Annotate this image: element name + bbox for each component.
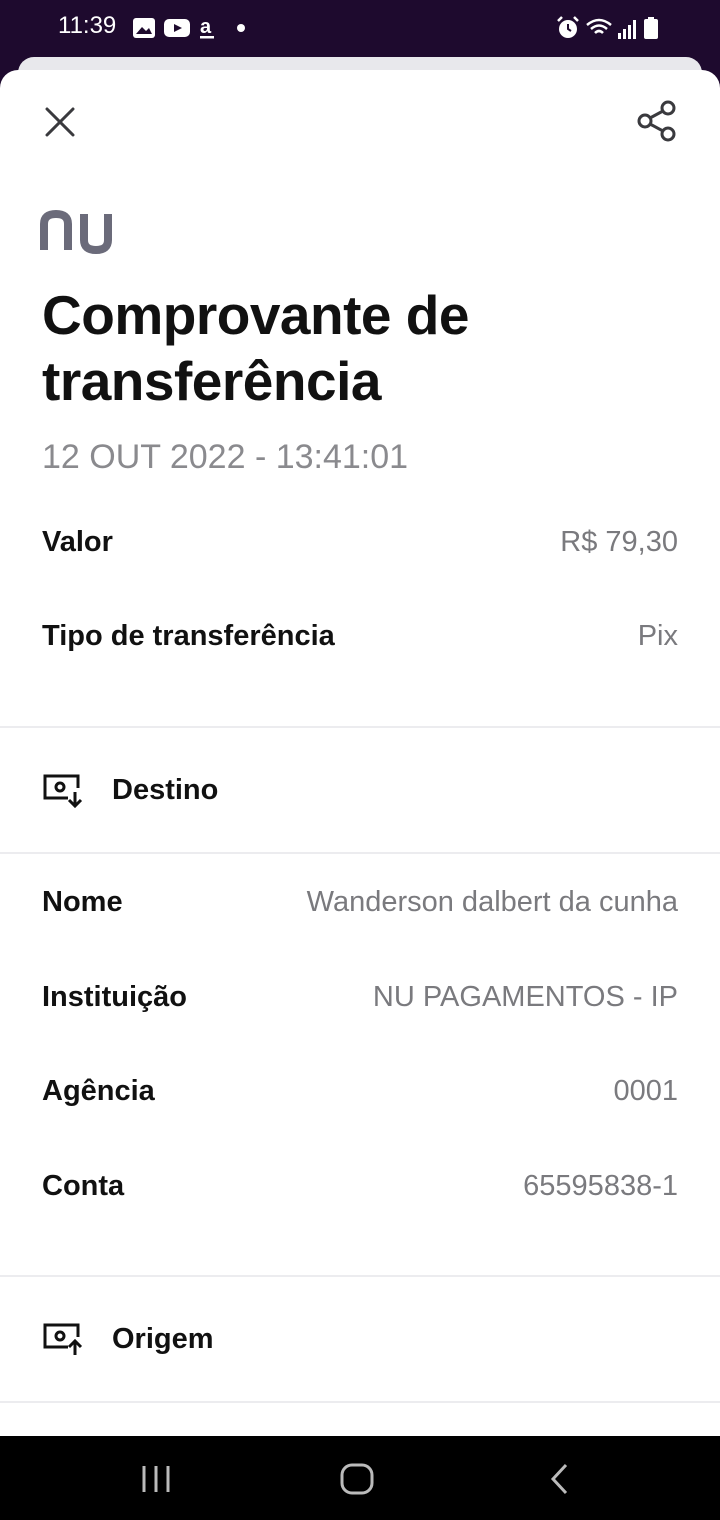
row-label: Nome xyxy=(42,885,123,918)
row-value: Wanderson dalbert da cunha xyxy=(306,885,678,918)
row-value: Pix xyxy=(637,619,678,652)
system-navigation-bar xyxy=(0,1436,720,1520)
transfer-datetime: 12 OUT 2022 - 13:41:01 xyxy=(42,438,409,476)
row-label: Tipo de transferência xyxy=(42,619,335,652)
row-value: NU PAGAMENTOS - IP xyxy=(372,980,678,1013)
destination-row-account: Conta 65595838-1 xyxy=(42,1162,678,1210)
status-bar: 11:39 a xyxy=(0,0,720,58)
status-time: 11:39 xyxy=(58,12,117,39)
divider xyxy=(0,1275,720,1277)
destination-icon xyxy=(43,774,83,808)
origin-icon xyxy=(43,1323,83,1355)
section-header-origin: Origem xyxy=(42,1314,214,1364)
divider xyxy=(0,726,720,728)
gallery-icon xyxy=(133,18,155,38)
youtube-icon xyxy=(164,19,190,37)
destination-row-agency: Agência 0001 xyxy=(42,1067,678,1115)
svg-text:a: a xyxy=(200,16,212,38)
section-title: Destino xyxy=(112,773,219,806)
receipt-sheet: Comprovante de transferência 12 OUT 2022… xyxy=(0,70,720,1436)
section-header-destination: Destino xyxy=(42,765,218,815)
row-value: R$ 79,30 xyxy=(560,525,678,558)
battery-icon xyxy=(644,17,658,39)
destination-row-institution: Instituição NU PAGAMENTOS - IP xyxy=(42,973,678,1021)
row-label: Agência xyxy=(42,1074,155,1107)
destination-row-name: Nome Wanderson dalbert da cunha xyxy=(42,878,678,926)
row-value: 65595838-1 xyxy=(523,1169,678,1202)
alarm-icon xyxy=(557,16,579,38)
close-icon[interactable] xyxy=(40,102,80,142)
row-label: Conta xyxy=(42,1169,125,1202)
section-title: Origem xyxy=(112,1322,214,1355)
status-right-icons xyxy=(557,16,658,39)
notification-dot-icon xyxy=(237,24,245,32)
amazon-icon: a xyxy=(200,16,214,39)
row-label: Instituição xyxy=(42,980,188,1013)
status-left-icons: a xyxy=(133,16,245,39)
row-label: Valor xyxy=(42,525,113,558)
summary-row-transfer-type: Tipo de transferência Pix xyxy=(42,612,678,660)
divider xyxy=(0,1401,720,1403)
page-title: Comprovante de transferência xyxy=(42,284,469,412)
row-value: 0001 xyxy=(613,1074,678,1107)
back-icon[interactable] xyxy=(540,1462,580,1496)
signal-icon xyxy=(618,20,636,39)
share-icon[interactable] xyxy=(634,98,680,144)
summary-row-amount: Valor R$ 79,30 xyxy=(42,518,678,566)
home-icon[interactable] xyxy=(337,1462,377,1496)
nu-logo xyxy=(40,210,112,254)
recent-apps-icon[interactable] xyxy=(136,1462,176,1496)
wifi-icon xyxy=(586,18,612,34)
divider xyxy=(0,852,720,854)
